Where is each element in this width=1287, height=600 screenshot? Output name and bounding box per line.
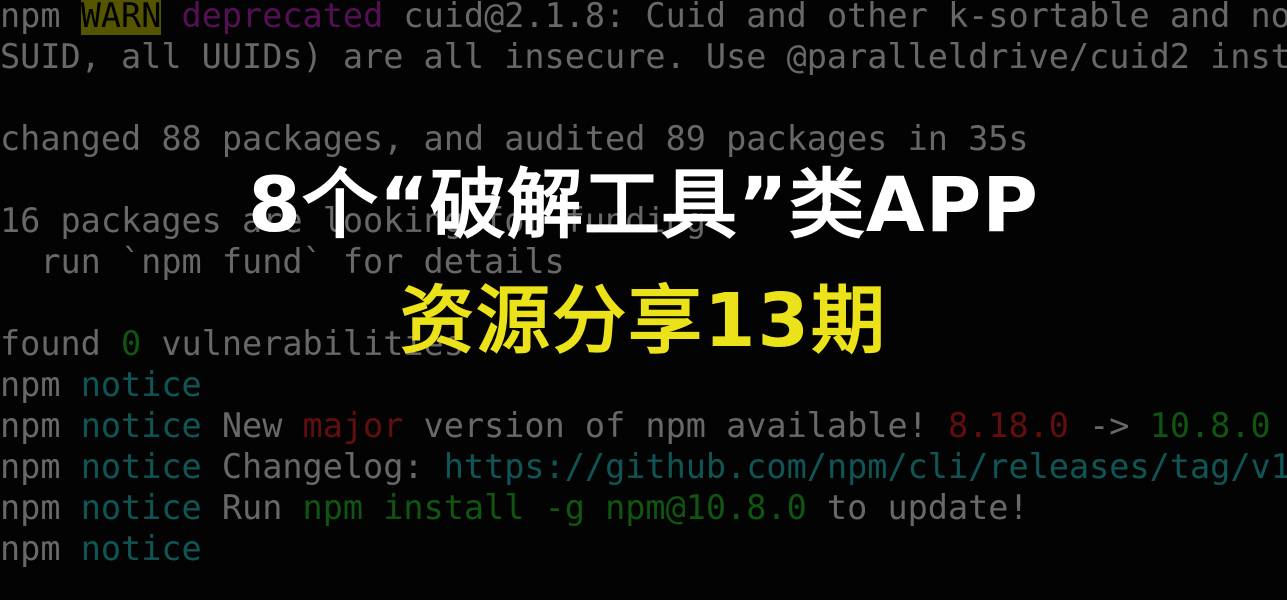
cover-subtitle: 资源分享13期 [400, 278, 887, 364]
cover-title: 8个“破解工具”类APP [248, 160, 1039, 249]
